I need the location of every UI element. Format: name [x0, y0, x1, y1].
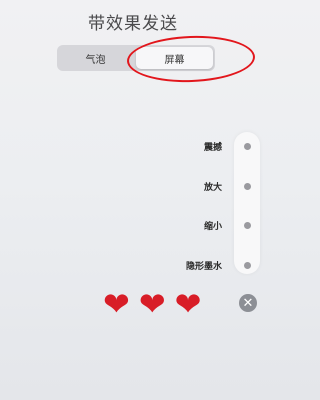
- effect-label-slam[interactable]: 震撼: [204, 140, 222, 153]
- effect-dot-gentle[interactable]: [244, 222, 251, 229]
- page-title: 带效果发送: [88, 14, 178, 34]
- heart-icon: ❤: [138, 285, 166, 323]
- effect-dot-invisible-ink[interactable]: [244, 262, 251, 269]
- tab-screen[interactable]: 屏幕: [136, 47, 213, 69]
- message-preview: ❤ ❤ ❤: [103, 288, 201, 320]
- effect-label-invisible-ink[interactable]: 隐形墨水: [186, 259, 222, 272]
- effect-dot-slam[interactable]: [244, 143, 251, 150]
- close-button[interactable]: ✕: [239, 294, 257, 312]
- effect-type-segmented-control: 气泡 屏幕: [57, 45, 215, 71]
- tab-bubble[interactable]: 气泡: [57, 45, 134, 71]
- close-icon: ✕: [242, 295, 254, 311]
- effect-selector-track[interactable]: [234, 132, 260, 274]
- heart-icon: ❤: [174, 285, 202, 323]
- effect-label-gentle[interactable]: 缩小: [204, 219, 222, 232]
- heart-icon: ❤: [103, 285, 130, 323]
- effect-label-loud[interactable]: 放大: [204, 180, 222, 193]
- effect-dot-loud[interactable]: [244, 183, 251, 190]
